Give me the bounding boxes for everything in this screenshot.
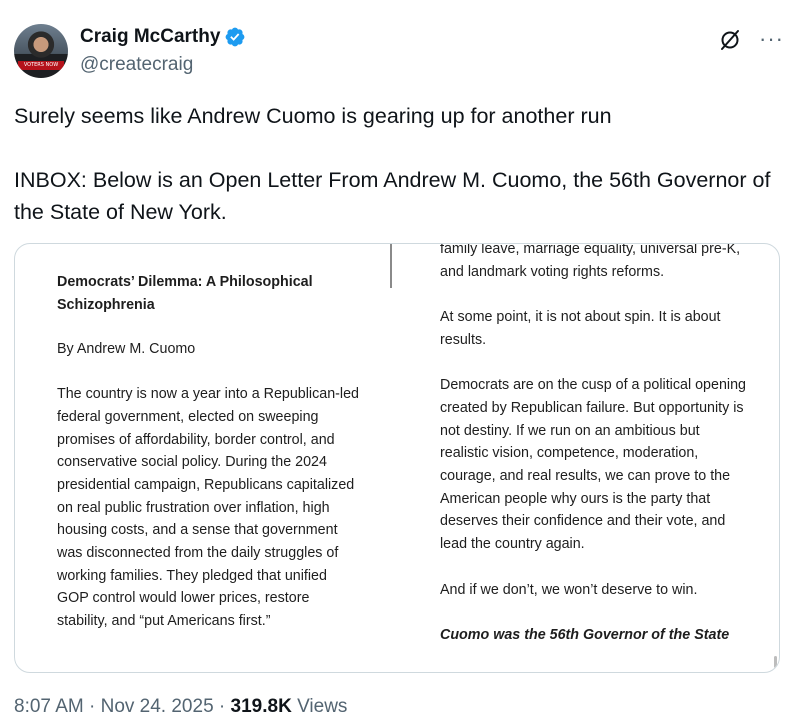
tweet-line-1: Surely seems like Andrew Cuomo is gearin… (14, 104, 612, 128)
author-handle[interactable]: @createcraig (80, 54, 193, 76)
letter-byline: By Andrew M. Cuomo (57, 341, 196, 358)
tweet-date[interactable]: Nov 24, 2025 (101, 696, 214, 712)
letter-heading: Democrats’ Dilemma: A Philosophical Schi… (57, 274, 313, 313)
avatar[interactable]: VOTERS NOW (14, 24, 68, 78)
views-count: 319.8K (230, 696, 292, 712)
image-scrollbar (774, 656, 777, 668)
letter-right-column: family leave, marriage equality, univers… (440, 243, 750, 669)
letter-right-paragraph: Democrats are on the cusp of a political… (440, 377, 746, 553)
more-icon[interactable]: ··· (759, 26, 784, 52)
tweet-media-image[interactable]: Democrats’ Dilemma: A Philosophical Schi… (14, 243, 780, 673)
letter-right-paragraph: family leave, marriage equality, univers… (440, 243, 741, 280)
tweet-text: Surely seems like Andrew Cuomo is gearin… (14, 100, 784, 228)
author-name-row: Craig McCarthy (80, 26, 246, 48)
column-divider (390, 244, 392, 288)
letter-right-paragraph: And if we don’t, we won’t deserve to win… (440, 581, 698, 598)
tweet-meta: 8:07 AM · Nov 24, 2025 · 319.8K Views (14, 696, 347, 712)
tweet-line-2: INBOX: Below is an Open Letter From Andr… (14, 168, 771, 224)
meta-separator: · (218, 696, 226, 712)
tweet-time[interactable]: 8:07 AM (14, 696, 84, 712)
verified-badge-icon[interactable] (224, 26, 246, 48)
avatar-banner: VOTERS NOW (18, 61, 64, 70)
meta-separator: · (89, 696, 96, 712)
letter-left-body: The country is now a year into a Republi… (57, 386, 359, 630)
views-label: Views (297, 696, 348, 712)
letter-left-column: Democrats’ Dilemma: A Philosophical Schi… (57, 271, 362, 633)
letter-right-paragraph: At some point, it is not about spin. It … (440, 309, 721, 348)
tweet-header: VOTERS NOW Craig McCarthy @createcraig ·… (14, 24, 792, 80)
author-name[interactable]: Craig McCarthy (80, 26, 220, 48)
letter-author-credit: Cuomo was the 56th Governor of the State (440, 626, 730, 643)
grok-icon[interactable] (718, 28, 742, 52)
